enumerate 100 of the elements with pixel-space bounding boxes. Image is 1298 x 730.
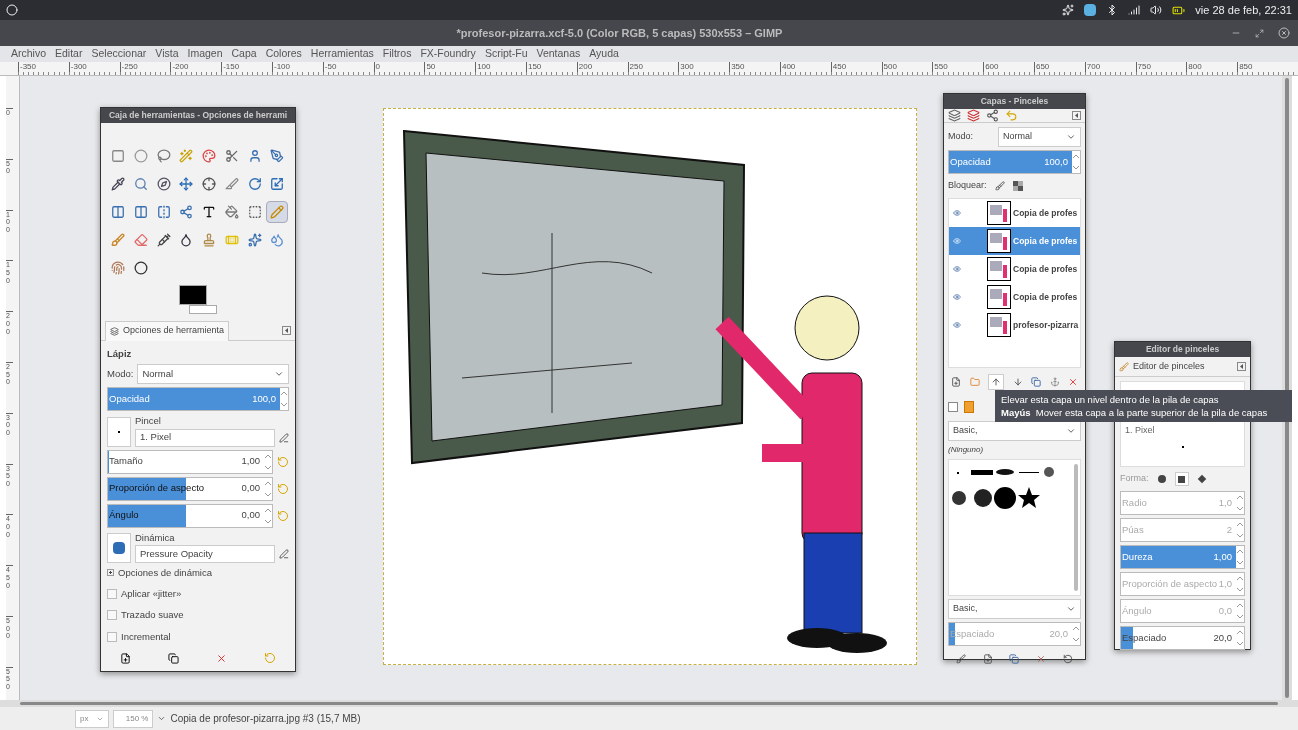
layer-row[interactable]: Copia de profes [949,283,1080,311]
tray-app-icon[interactable] [1062,4,1075,16]
spin-arrows-icon[interactable] [1236,628,1244,648]
slider[interactable]: Tamaño 1,00 [107,449,264,474]
refresh-icon[interactable] [1062,654,1073,664]
menu-item[interactable]: Seleccionar [91,46,147,62]
mode-dropdown[interactable]: Normal [137,364,289,385]
window-title: *profesor-pizarra.xcf-5.0 (Color RGB, 5 capas) 530x553 – GIMP [456,25,783,41]
panel-menu-icon[interactable] [282,326,291,335]
tool-icon [270,205,285,219]
spin-arrows-icon[interactable] [1236,574,1244,594]
menu-item[interactable]: FX-Foundry [420,46,476,62]
menu-item[interactable]: Imagen [187,46,223,62]
visibility-eye-icon[interactable] [953,209,961,217]
visibility-eye-icon[interactable] [953,265,961,273]
spin-arrows-icon[interactable] [1236,493,1244,513]
menu-item[interactable]: Herramientas [310,46,374,62]
unit-dropdown[interactable]: px [75,709,110,728]
dynamics-options-expander[interactable]: Opciones de dinámica [107,565,289,580]
menu-item[interactable]: Capa [231,46,257,62]
checkbox[interactable] [107,631,117,642]
new-layer-icon[interactable] [951,377,961,387]
mode-dropdown[interactable]: Normal [998,127,1081,147]
clock[interactable]: vie 28 de feb, 22:31 [1195,1,1292,19]
save-options-icon[interactable] [119,652,131,664]
background-color-swatch[interactable] [189,305,217,314]
brush-tab-icon[interactable] [948,402,958,412]
tray-app-icon[interactable] [1084,4,1097,16]
visibility-eye-icon[interactable] [953,321,961,329]
lock-alpha-icon[interactable] [1012,181,1023,191]
tool-icon [202,233,216,247]
foreground-color-swatch[interactable] [179,285,207,305]
scrollbar[interactable] [1074,464,1078,591]
system-menu-icon[interactable] [6,4,18,16]
spin-arrows-icon[interactable] [1236,601,1244,621]
slider[interactable]: Ángulo 0,00 [107,503,264,528]
horizontal-scrollbar[interactable] [0,700,1298,707]
menu-item[interactable]: Vista [155,46,179,62]
tool-icon [179,233,194,247]
layer-name: Copia de profes [1012,206,1078,220]
menu-item[interactable]: Editar [55,46,83,62]
menu-item[interactable]: Filtros [382,46,412,62]
spin-arrows-icon[interactable] [1072,152,1080,172]
panel-menu-icon[interactable] [1072,111,1081,120]
menu-item[interactable]: Ventanas [536,46,581,62]
channels-tab-icon[interactable] [967,109,980,122]
slider[interactable]: Opacidad 100,0 [948,150,1072,174]
edit-icon[interactable] [279,548,289,559]
visibility-eye-icon[interactable] [953,293,961,301]
brush-name-field[interactable]: 1. Pixel [1121,424,1155,438]
layer-row[interactable]: Copia de profes [949,255,1080,283]
anchor-icon[interactable] [1049,377,1060,387]
brush-field[interactable]: 1. Pixel [135,428,275,447]
lower-layer-icon[interactable] [1012,377,1023,387]
brush-set-dropdown[interactable]: Basic, [948,421,1081,441]
vertical-scrollbar[interactable] [1282,76,1292,700]
duplicate-layer-icon[interactable] [1031,377,1041,387]
layer-row[interactable]: Copia de profes [949,227,1080,255]
tool-options-tab[interactable]: Opciones de herramienta [105,320,230,341]
slider[interactable]: Opacidad 100,0 [107,387,280,412]
zoom-dropdown-icon[interactable] [157,714,167,723]
zoom-field[interactable]: 150 % [113,709,154,728]
delete-icon[interactable] [1036,654,1047,664]
signal-icon[interactable] [1128,4,1141,16]
lock-pixels-icon[interactable] [994,181,1005,191]
panel-menu-icon[interactable] [1237,362,1246,371]
paths-tab-icon[interactable] [986,109,999,122]
layer-row[interactable]: profesor-pizarra [949,311,1080,339]
layer-row[interactable]: Copia de profes [949,199,1080,227]
mode-label: Modo: [107,367,134,382]
checkbox[interactable] [107,589,117,600]
menu-item[interactable]: Ayuda [589,46,619,62]
lock-label: Bloquear: [948,179,987,193]
folder-icon[interactable] [969,377,980,387]
tool-icon [156,233,171,247]
duplicate-brush-icon[interactable] [1009,654,1020,664]
undo-tab-icon[interactable] [1005,109,1018,122]
slider[interactable]: Dureza 1,00 [1120,545,1236,569]
menu-item[interactable]: Archivo [11,46,46,62]
dynamics-field[interactable]: Pressure Opacity [135,544,275,563]
raise-layer-button[interactable] [988,374,1004,390]
shape-option[interactable] [1174,472,1189,486]
spin-arrows-icon[interactable] [1236,520,1244,540]
tool-icon [224,205,239,219]
menu-item[interactable]: Script-Fu [484,46,528,62]
edit-icon[interactable] [279,432,289,443]
restore-options-icon[interactable] [167,652,179,664]
dynamics-preview[interactable] [107,532,131,563]
volume-icon[interactable] [1150,4,1163,16]
edit-brush-icon[interactable] [956,654,967,664]
brush-set-dropdown[interactable]: Basic, [948,599,1081,619]
spin-arrows-icon[interactable] [1236,547,1244,567]
checkbox[interactable] [107,610,117,621]
brush-editor-tab[interactable]: Editor de pinceles [1119,356,1205,377]
close-icon[interactable] [1278,27,1290,39]
layers-tab-icon[interactable] [948,109,961,122]
spin-arrows-icon[interactable] [1072,624,1080,644]
menu-item[interactable]: Colores [265,46,302,62]
new-brush-icon[interactable] [982,654,993,664]
maximize-icon[interactable] [1255,28,1264,38]
